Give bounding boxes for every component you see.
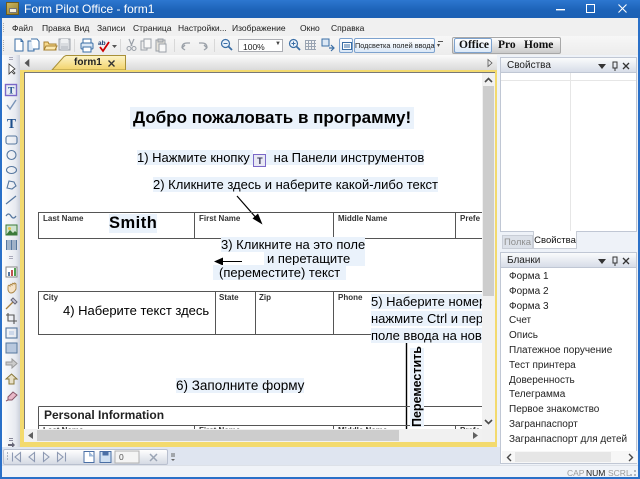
svg-text:T: T	[7, 116, 16, 131]
svg-text:T: T	[8, 87, 15, 97]
svg-text:0: 0	[119, 452, 124, 462]
svg-text:ab: ab	[98, 40, 106, 47]
